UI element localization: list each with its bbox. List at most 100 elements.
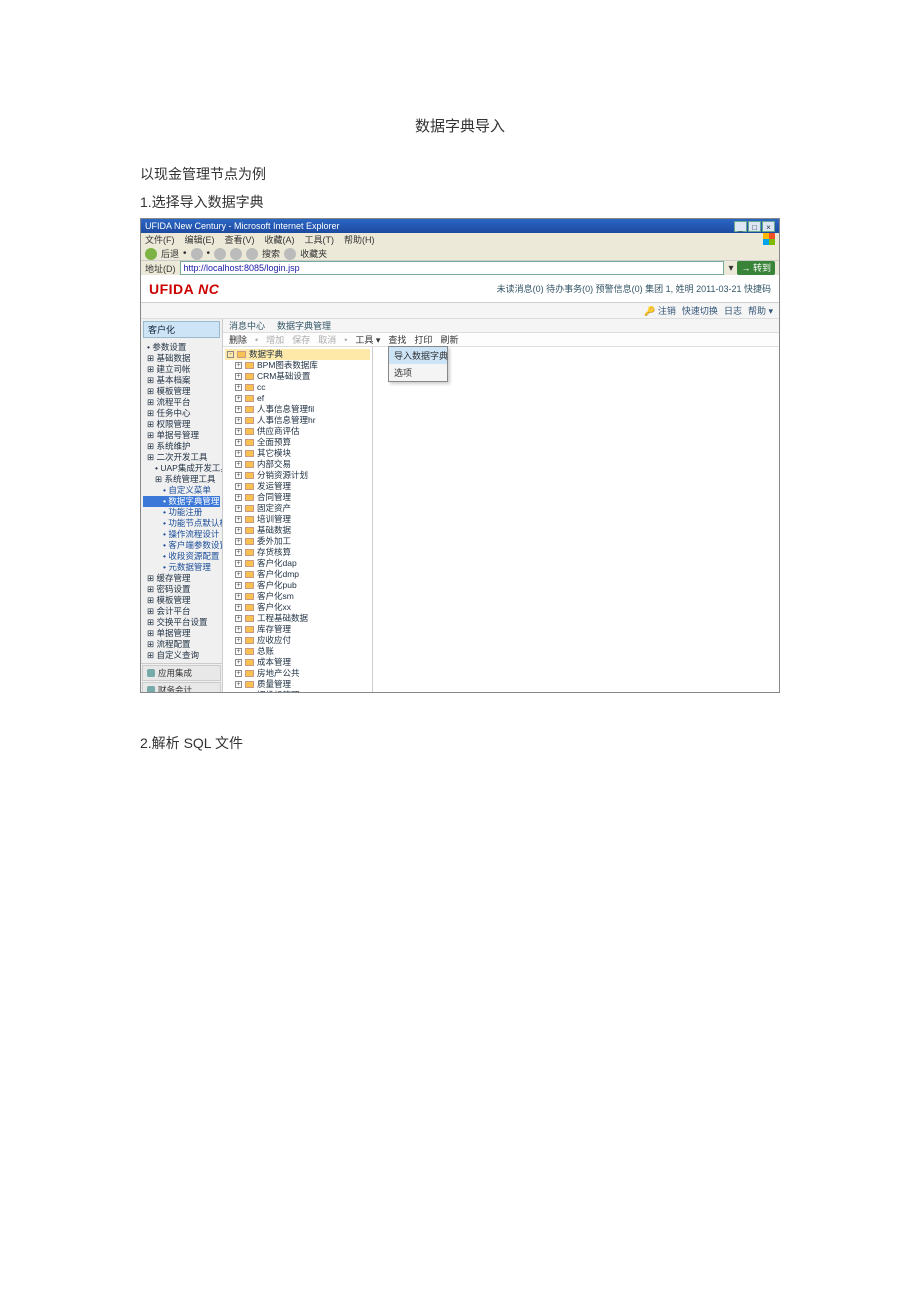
dict-tree-node[interactable]: + 成本管理 <box>225 657 370 668</box>
sidebar-node[interactable]: ⊞ 二次开发工具 <box>143 452 220 463</box>
crumb-messages[interactable]: 消息中心 <box>229 319 265 332</box>
menu-fav[interactable]: 收藏(A) <box>265 233 295 247</box>
folder-icon <box>245 406 254 413</box>
address-dropdown-icon[interactable]: ▾ <box>728 263 733 274</box>
dict-tree-node[interactable]: + 客户化xx <box>225 602 370 613</box>
dict-tree-node[interactable]: + 分销资源计划 <box>225 470 370 481</box>
dict-tree-node[interactable]: + 客户化sm <box>225 591 370 602</box>
sidebar-node[interactable]: • UAP集成开发工具 <box>143 463 220 474</box>
sidebar-nav-button[interactable]: 应用集成 <box>142 665 221 681</box>
link-log[interactable]: 日志 <box>724 304 742 317</box>
home-icon[interactable] <box>246 248 258 260</box>
sidebar-node[interactable]: • 自定义菜单 <box>143 485 220 496</box>
sidebar-node[interactable]: ⊞ 流程平台 <box>143 397 220 408</box>
sidebar-node[interactable]: • 数据字典管理 <box>143 496 220 507</box>
sidebar-node[interactable]: ⊞ 交换平台设置 <box>143 617 220 628</box>
forward-icon[interactable] <box>191 248 203 260</box>
refresh-ie-icon[interactable] <box>230 248 242 260</box>
close-button[interactable]: × <box>762 221 775 232</box>
address-input[interactable]: http://localhost:8085/login.jsp <box>180 261 725 275</box>
dict-tree-node[interactable]: + 客户化dmp <box>225 569 370 580</box>
sidebar-node[interactable]: • 功能注册 <box>143 507 220 518</box>
dict-tree-node[interactable]: + 客户化pub <box>225 580 370 591</box>
sidebar-tab[interactable]: 客户化 <box>143 321 220 338</box>
dict-tree-node[interactable]: + 房地产公共 <box>225 668 370 679</box>
sidebar-node[interactable]: ⊞ 任务中心 <box>143 408 220 419</box>
sidebar-node[interactable]: ⊞ 单据号管理 <box>143 430 220 441</box>
favorites-icon[interactable] <box>284 248 296 260</box>
dict-tree-node[interactable]: + 其它模块 <box>225 448 370 459</box>
dict-tree-node[interactable]: + 发运管理 <box>225 481 370 492</box>
link-help[interactable]: 帮助 ▾ <box>748 304 773 317</box>
dict-tree-node[interactable]: + 库存管理 <box>225 624 370 635</box>
sidebar-node[interactable]: ⊞ 建立司帐 <box>143 364 220 375</box>
toolbar-item[interactable]: 工具 ▾ <box>355 333 380 346</box>
sidebar-nav-button[interactable]: 财务会计 <box>142 682 221 693</box>
sidebar-node[interactable]: ⊞ 基础数据 <box>143 353 220 364</box>
folder-icon <box>245 615 254 622</box>
dict-tree-node[interactable]: + 培训管理 <box>225 514 370 525</box>
sidebar-node[interactable]: ⊞ 单据管理 <box>143 628 220 639</box>
dict-tree-node[interactable]: + 合同管理 <box>225 492 370 503</box>
link-switch[interactable]: 快速切换 <box>682 304 718 317</box>
sidebar-node[interactable]: • 功能节点默认模 <box>143 518 220 529</box>
sidebar-node[interactable]: ⊞ 密码设置 <box>143 584 220 595</box>
sidebar-node[interactable]: ⊞ 系统管理工具 <box>143 474 220 485</box>
toolbar-item[interactable]: 刷新 <box>440 333 458 346</box>
sidebar-node[interactable]: ⊞ 模板管理 <box>143 386 220 397</box>
toolbar-item[interactable]: 查找 <box>388 333 406 346</box>
link-logout[interactable]: 🔑 注销 <box>644 304 676 317</box>
dict-tree-node[interactable]: + 人事信息管理hr <box>225 415 370 426</box>
dict-tree-root[interactable]: - 数据字典 <box>225 349 370 360</box>
sidebar-node[interactable]: ⊞ 模板管理 <box>143 595 220 606</box>
menu-tools[interactable]: 工具(T) <box>305 233 335 247</box>
go-button[interactable]: → 转到 <box>737 261 775 275</box>
maximize-button[interactable]: □ <box>748 221 761 232</box>
dict-tree-node[interactable]: + 客户化dap <box>225 558 370 569</box>
sidebar-node[interactable]: ⊞ 自定义查询 <box>143 650 220 661</box>
menu-file[interactable]: 文件(F) <box>145 233 175 247</box>
favorites-label[interactable]: 收藏夹 <box>300 247 327 260</box>
minimize-button[interactable]: _ <box>734 221 747 232</box>
sidebar-node[interactable]: • 收段资源配置 <box>143 551 220 562</box>
sidebar-node[interactable]: ⊞ 基本档案 <box>143 375 220 386</box>
sidebar-node[interactable]: ⊞ 会计平台 <box>143 606 220 617</box>
sidebar-node[interactable]: • 操作流程设计 <box>143 529 220 540</box>
menu-import-dict[interactable]: 导入数据字典 <box>389 347 447 364</box>
dict-tree-node[interactable]: + 应收应付 <box>225 635 370 646</box>
dict-tree-node[interactable]: + 供应商评估 <box>225 426 370 437</box>
dict-tree-node[interactable]: + 内部交易 <box>225 459 370 470</box>
menu-view[interactable]: 查看(V) <box>225 233 255 247</box>
toolbar-item[interactable]: 打印 <box>414 333 432 346</box>
dict-tree-node[interactable]: + 招投标管理 <box>225 690 370 693</box>
dict-tree-node[interactable]: + 固定资产 <box>225 503 370 514</box>
dict-tree-node[interactable]: + ef <box>225 393 370 404</box>
dict-tree-node[interactable]: + 工程基础数据 <box>225 613 370 624</box>
dict-tree-node[interactable]: + 总账 <box>225 646 370 657</box>
dict-tree-node[interactable]: + 质量管理 <box>225 679 370 690</box>
dict-tree-node[interactable]: + BPM图表数据库 <box>225 360 370 371</box>
sidebar-node[interactable]: ⊞ 缓存管理 <box>143 573 220 584</box>
sidebar-node[interactable]: ⊞ 权限管理 <box>143 419 220 430</box>
search-label[interactable]: 搜索 <box>262 247 280 260</box>
sidebar-node[interactable]: • 参数设置 <box>143 342 220 353</box>
dict-tree-node[interactable]: + 委外加工 <box>225 536 370 547</box>
toolbar-item[interactable]: 删除 <box>229 333 247 346</box>
stop-icon[interactable] <box>214 248 226 260</box>
back-label[interactable]: 后退 <box>161 247 179 260</box>
folder-icon <box>245 450 254 457</box>
dict-tree-node[interactable]: + 基础数据 <box>225 525 370 536</box>
dict-tree-node[interactable]: + 全面预算 <box>225 437 370 448</box>
menu-options[interactable]: 选项 <box>389 364 447 381</box>
sidebar-node[interactable]: • 客户端参数设置 <box>143 540 220 551</box>
back-icon[interactable] <box>145 248 157 260</box>
dict-tree-node[interactable]: + 人事信息管理fil <box>225 404 370 415</box>
sidebar-node[interactable]: • 元数据管理 <box>143 562 220 573</box>
sidebar-node[interactable]: ⊞ 流程配置 <box>143 639 220 650</box>
dict-tree-node[interactable]: + CRM基础设置 <box>225 371 370 382</box>
sidebar-node[interactable]: ⊞ 系统维护 <box>143 441 220 452</box>
menu-help[interactable]: 帮助(H) <box>344 233 375 247</box>
menu-edit[interactable]: 编辑(E) <box>185 233 215 247</box>
dict-tree-node[interactable]: + cc <box>225 382 370 393</box>
dict-tree-node[interactable]: + 存货核算 <box>225 547 370 558</box>
